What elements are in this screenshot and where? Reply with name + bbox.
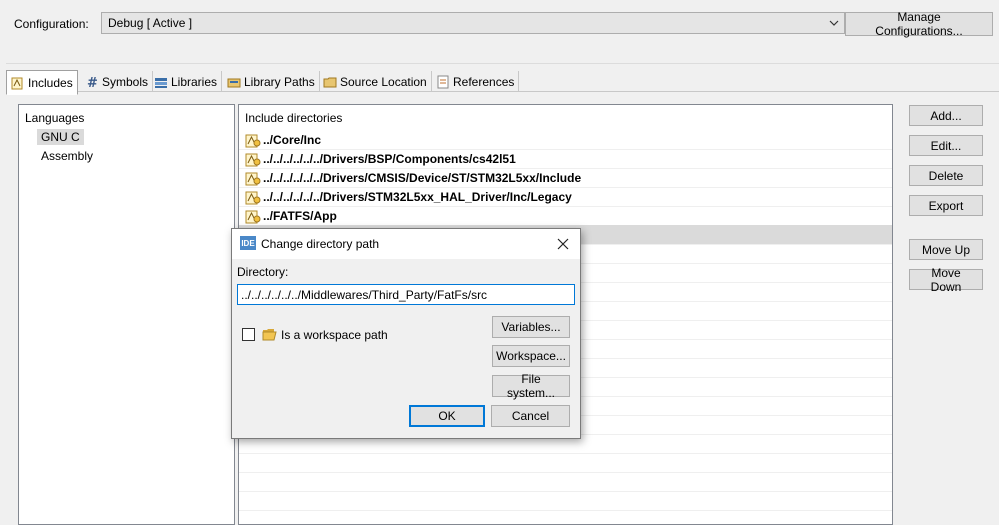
change-directory-dialog: IDE Change directory path Directory: Is … [231, 228, 581, 439]
move-up-button[interactable]: Move Up [909, 239, 983, 260]
include-row[interactable]: ../../../../../../Drivers/STM32L5xx_HAL_… [239, 187, 892, 207]
configuration-area: Configuration: Debug [ Active ] Manage C… [6, 0, 999, 64]
include-row[interactable]: ../Core/Inc [239, 130, 892, 150]
include-row-empty [239, 453, 892, 473]
library-icon [155, 77, 167, 88]
directory-input[interactable] [237, 284, 575, 305]
tab-strip: Includes # Symbols Libraries Library Pat… [6, 70, 999, 95]
ok-button[interactable]: OK [409, 405, 485, 427]
tab-symbols[interactable]: # Symbols [81, 71, 154, 92]
file-system-button[interactable]: File system... [492, 372, 570, 400]
manage-configurations-button[interactable]: Manage Configurations... [845, 10, 993, 38]
tab-source-location[interactable]: Source Location [319, 71, 432, 92]
tab-label: Source Location [340, 74, 427, 89]
include-path: ../Core/Inc [263, 132, 322, 147]
variables-button[interactable]: Variables... [492, 316, 570, 338]
library-paths-icon [227, 78, 241, 87]
language-item-assembly[interactable]: Assembly [37, 148, 97, 164]
tab-libraries[interactable]: Libraries [150, 71, 223, 92]
include-path: ../../../../../../Drivers/CMSIS/Device/S… [263, 170, 582, 185]
include-folder-icon [245, 153, 261, 166]
include-row[interactable]: ../../../../../../Drivers/BSP/Components… [239, 149, 892, 169]
close-icon[interactable] [554, 235, 572, 253]
include-folder-icon [245, 134, 261, 147]
add-button[interactable]: Add... [909, 105, 983, 126]
chevron-down-icon [829, 20, 839, 26]
configuration-label: Configuration: [14, 17, 89, 31]
hash-icon: # [87, 76, 98, 89]
include-folder-icon [245, 172, 261, 185]
cancel-button[interactable]: Cancel [491, 405, 570, 427]
directory-label: Directory: [237, 265, 289, 279]
include-path: ../FATFS/App [263, 208, 337, 223]
language-item-gnu-c[interactable]: GNU C [37, 129, 84, 145]
folder-open-icon [262, 329, 277, 341]
tab-label: References [453, 74, 515, 89]
tab-label: Libraries [171, 74, 218, 89]
tab-label: Includes [28, 75, 73, 90]
configuration-select[interactable]: Debug [ Active ] [101, 12, 845, 34]
svg-text:#: # [87, 76, 98, 89]
workspace-path-label: Is a workspace path [281, 328, 388, 342]
tab-label: Library Paths [244, 74, 315, 89]
move-down-button[interactable]: Move Down [909, 266, 983, 294]
tab-label: Symbols [102, 74, 149, 89]
include-folder-icon [245, 210, 261, 223]
source-folder-icon [323, 77, 337, 87]
tab-references[interactable]: References [432, 71, 520, 92]
languages-panel: Languages GNU C Assembly [18, 104, 235, 525]
includes-icon [11, 77, 23, 89]
tab-library-paths[interactable]: Library Paths [223, 71, 320, 92]
include-folder-icon [245, 191, 261, 204]
workspace-path-checkbox[interactable] [242, 328, 255, 341]
workspace-button[interactable]: Workspace... [492, 345, 570, 367]
references-icon [437, 75, 449, 88]
include-row[interactable]: ../../../../../../Drivers/CMSIS/Device/S… [239, 168, 892, 188]
tab-includes[interactable]: Includes [6, 70, 78, 95]
configuration-value: Debug [ Active ] [108, 16, 193, 30]
dialog-title-bar: IDE Change directory path [232, 229, 580, 259]
export-button[interactable]: Export [909, 195, 983, 216]
include-path: ../../../../../../Drivers/BSP/Components… [263, 151, 516, 166]
include-path: ../../../../../../Drivers/STM32L5xx_HAL_… [263, 189, 572, 204]
include-row-empty [239, 472, 892, 492]
include-directories-header: Include directories [245, 111, 343, 125]
include-row-empty [239, 491, 892, 511]
delete-button[interactable]: Delete [909, 165, 983, 186]
dialog-title: Change directory path [261, 237, 380, 251]
include-row[interactable]: ../FATFS/App [239, 206, 892, 226]
languages-header: Languages [25, 111, 85, 125]
edit-button[interactable]: Edit... [909, 135, 983, 156]
ide-app-icon: IDE [240, 236, 256, 250]
